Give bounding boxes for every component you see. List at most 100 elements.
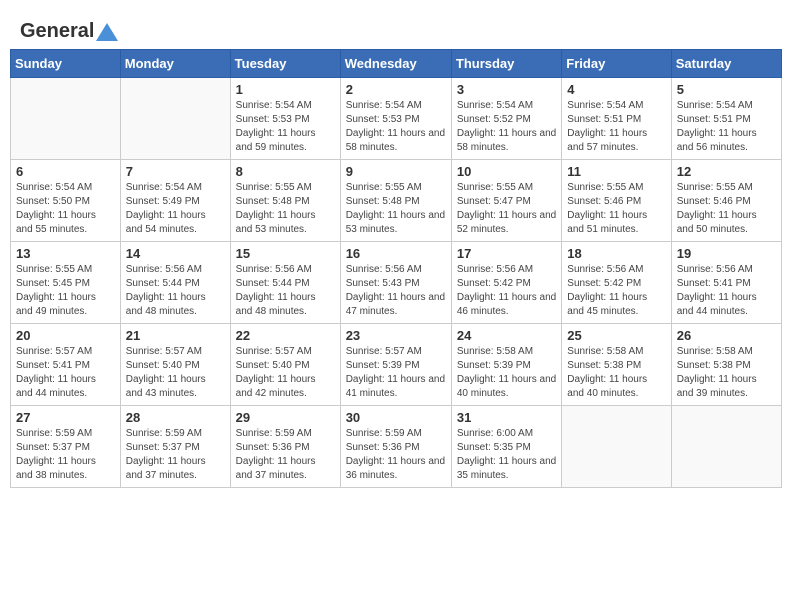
day-cell: 29Sunrise: 5:59 AM Sunset: 5:36 PM Dayli… <box>230 406 340 488</box>
day-detail: Sunrise: 5:54 AM Sunset: 5:51 PM Dayligh… <box>677 99 776 155</box>
day-number: 2 <box>346 82 446 97</box>
header: General <box>10 10 782 44</box>
logo-general-text: General <box>20 20 94 43</box>
day-detail: Sunrise: 5:56 AM Sunset: 5:41 PM Dayligh… <box>677 263 776 319</box>
day-cell: 9 Sunrise: 5:55 AM Sunset: 5:48 PM Daylig… <box>340 160 451 242</box>
day-number: 22 <box>236 328 335 343</box>
day-number: 21 <box>126 328 225 343</box>
day-number: 14 <box>126 246 225 261</box>
day-number: 4 <box>567 82 665 97</box>
day-cell: 30 Sunrise: 5:59 AM Sunset: 5:36 PM Dayli… <box>340 406 451 488</box>
day-detail: Sunrise: 5:54 AM Sunset: 5:51 PM Dayligh… <box>567 99 665 155</box>
day-cell: 11 Sunrise: 5:55 AM Sunset: 5:46 PM Dayli… <box>562 160 671 242</box>
day-detail: Sunrise: 5:59 AM Sunset: 5:36 PM Dayligh… <box>346 427 446 483</box>
day-number: 9 <box>346 164 446 179</box>
day-number: 18 <box>567 246 665 261</box>
day-cell: 23 Sunrise: 5:57 AM Sunset: 5:39 PM Dayli… <box>340 324 451 406</box>
day-number: 24 <box>457 328 556 343</box>
day-cell: 22Sunrise: 5:57 AM Sunset: 5:40 PM Dayli… <box>230 324 340 406</box>
day-cell: 17 Sunrise: 5:56 AM Sunset: 5:42 PM Dayli… <box>451 242 561 324</box>
day-number: 25 <box>567 328 665 343</box>
day-number: 8 <box>236 164 335 179</box>
weekday-header-friday: Friday <box>562 50 671 78</box>
day-cell <box>671 406 781 488</box>
day-detail: Sunrise: 6:00 AM Sunset: 5:35 PM Dayligh… <box>457 427 556 483</box>
week-row-3: 13 Sunrise: 5:55 AM Sunset: 5:45 PM Dayli… <box>11 242 782 324</box>
day-detail: Sunrise: 5:55 AM Sunset: 5:46 PM Dayligh… <box>567 181 665 237</box>
day-detail: Sunrise: 5:55 AM Sunset: 5:45 PM Dayligh… <box>16 263 115 319</box>
day-detail: Sunrise: 5:56 AM Sunset: 5:43 PM Dayligh… <box>346 263 446 319</box>
day-cell: 28Sunrise: 5:59 AM Sunset: 5:37 PM Dayli… <box>120 406 230 488</box>
day-detail: Sunrise: 5:56 AM Sunset: 5:44 PM Dayligh… <box>236 263 335 319</box>
day-number: 31 <box>457 410 556 425</box>
day-number: 5 <box>677 82 776 97</box>
calendar: SundayMondayTuesdayWednesdayThursdayFrid… <box>10 49 782 488</box>
day-detail: Sunrise: 5:54 AM Sunset: 5:52 PM Dayligh… <box>457 99 556 155</box>
day-cell: 2 Sunrise: 5:54 AM Sunset: 5:53 PM Daylig… <box>340 78 451 160</box>
day-detail: Sunrise: 5:56 AM Sunset: 5:42 PM Dayligh… <box>567 263 665 319</box>
day-cell: 27 Sunrise: 5:59 AM Sunset: 5:37 PM Dayli… <box>11 406 121 488</box>
day-number: 23 <box>346 328 446 343</box>
day-detail: Sunrise: 5:55 AM Sunset: 5:48 PM Dayligh… <box>346 181 446 237</box>
day-detail: Sunrise: 5:54 AM Sunset: 5:50 PM Dayligh… <box>16 181 115 237</box>
day-number: 17 <box>457 246 556 261</box>
day-number: 16 <box>346 246 446 261</box>
day-detail: Sunrise: 5:55 AM Sunset: 5:47 PM Dayligh… <box>457 181 556 237</box>
day-cell <box>11 78 121 160</box>
week-row-4: 20Sunrise: 5:57 AM Sunset: 5:41 PM Dayli… <box>11 324 782 406</box>
day-number: 15 <box>236 246 335 261</box>
day-detail: Sunrise: 5:57 AM Sunset: 5:39 PM Dayligh… <box>346 345 446 401</box>
day-cell: 20Sunrise: 5:57 AM Sunset: 5:41 PM Dayli… <box>11 324 121 406</box>
day-number: 6 <box>16 164 115 179</box>
day-detail: Sunrise: 5:55 AM Sunset: 5:48 PM Dayligh… <box>236 181 335 237</box>
weekday-header-row: SundayMondayTuesdayWednesdayThursdayFrid… <box>11 50 782 78</box>
weekday-header-tuesday: Tuesday <box>230 50 340 78</box>
day-cell <box>562 406 671 488</box>
day-cell: 18 Sunrise: 5:56 AM Sunset: 5:42 PM Dayli… <box>562 242 671 324</box>
day-number: 1 <box>236 82 335 97</box>
day-cell: 10Sunrise: 5:55 AM Sunset: 5:47 PM Dayli… <box>451 160 561 242</box>
day-detail: Sunrise: 5:58 AM Sunset: 5:38 PM Dayligh… <box>677 345 776 401</box>
day-cell: 7Sunrise: 5:54 AM Sunset: 5:49 PM Daylig… <box>120 160 230 242</box>
day-cell: 1 Sunrise: 5:54 AM Sunset: 5:53 PM Daylig… <box>230 78 340 160</box>
weekday-header-monday: Monday <box>120 50 230 78</box>
day-cell: 16 Sunrise: 5:56 AM Sunset: 5:43 PM Dayli… <box>340 242 451 324</box>
day-cell: 3 Sunrise: 5:54 AM Sunset: 5:52 PM Daylig… <box>451 78 561 160</box>
day-number: 27 <box>16 410 115 425</box>
day-cell: 15 Sunrise: 5:56 AM Sunset: 5:44 PM Dayli… <box>230 242 340 324</box>
day-cell: 19Sunrise: 5:56 AM Sunset: 5:41 PM Dayli… <box>671 242 781 324</box>
weekday-header-thursday: Thursday <box>451 50 561 78</box>
day-cell: 4 Sunrise: 5:54 AM Sunset: 5:51 PM Daylig… <box>562 78 671 160</box>
day-cell: 13 Sunrise: 5:55 AM Sunset: 5:45 PM Dayli… <box>11 242 121 324</box>
day-number: 11 <box>567 164 665 179</box>
day-detail: Sunrise: 5:59 AM Sunset: 5:37 PM Dayligh… <box>16 427 115 483</box>
day-cell: 24 Sunrise: 5:58 AM Sunset: 5:39 PM Dayli… <box>451 324 561 406</box>
day-number: 3 <box>457 82 556 97</box>
week-row-1: 1 Sunrise: 5:54 AM Sunset: 5:53 PM Daylig… <box>11 78 782 160</box>
day-detail: Sunrise: 5:58 AM Sunset: 5:39 PM Dayligh… <box>457 345 556 401</box>
day-cell: 14 Sunrise: 5:56 AM Sunset: 5:44 PM Dayli… <box>120 242 230 324</box>
weekday-header-wednesday: Wednesday <box>340 50 451 78</box>
day-cell: 21 Sunrise: 5:57 AM Sunset: 5:40 PM Dayli… <box>120 324 230 406</box>
day-detail: Sunrise: 5:55 AM Sunset: 5:46 PM Dayligh… <box>677 181 776 237</box>
day-cell <box>120 78 230 160</box>
day-number: 30 <box>346 410 446 425</box>
day-detail: Sunrise: 5:56 AM Sunset: 5:42 PM Dayligh… <box>457 263 556 319</box>
day-detail: Sunrise: 5:54 AM Sunset: 5:53 PM Dayligh… <box>236 99 335 155</box>
logo: General <box>20 20 118 39</box>
day-number: 12 <box>677 164 776 179</box>
day-detail: Sunrise: 5:57 AM Sunset: 5:40 PM Dayligh… <box>126 345 225 401</box>
day-detail: Sunrise: 5:54 AM Sunset: 5:53 PM Dayligh… <box>346 99 446 155</box>
day-cell: 12 Sunrise: 5:55 AM Sunset: 5:46 PM Dayli… <box>671 160 781 242</box>
day-number: 26 <box>677 328 776 343</box>
day-cell: 26 Sunrise: 5:58 AM Sunset: 5:38 PM Dayli… <box>671 324 781 406</box>
weekday-header-saturday: Saturday <box>671 50 781 78</box>
day-cell: 6 Sunrise: 5:54 AM Sunset: 5:50 PM Daylig… <box>11 160 121 242</box>
day-cell: 25 Sunrise: 5:58 AM Sunset: 5:38 PM Dayli… <box>562 324 671 406</box>
day-number: 20 <box>16 328 115 343</box>
day-number: 13 <box>16 246 115 261</box>
day-detail: Sunrise: 5:54 AM Sunset: 5:49 PM Dayligh… <box>126 181 225 237</box>
day-cell: 31 Sunrise: 6:00 AM Sunset: 5:35 PM Dayli… <box>451 406 561 488</box>
day-detail: Sunrise: 5:56 AM Sunset: 5:44 PM Dayligh… <box>126 263 225 319</box>
day-detail: Sunrise: 5:58 AM Sunset: 5:38 PM Dayligh… <box>567 345 665 401</box>
